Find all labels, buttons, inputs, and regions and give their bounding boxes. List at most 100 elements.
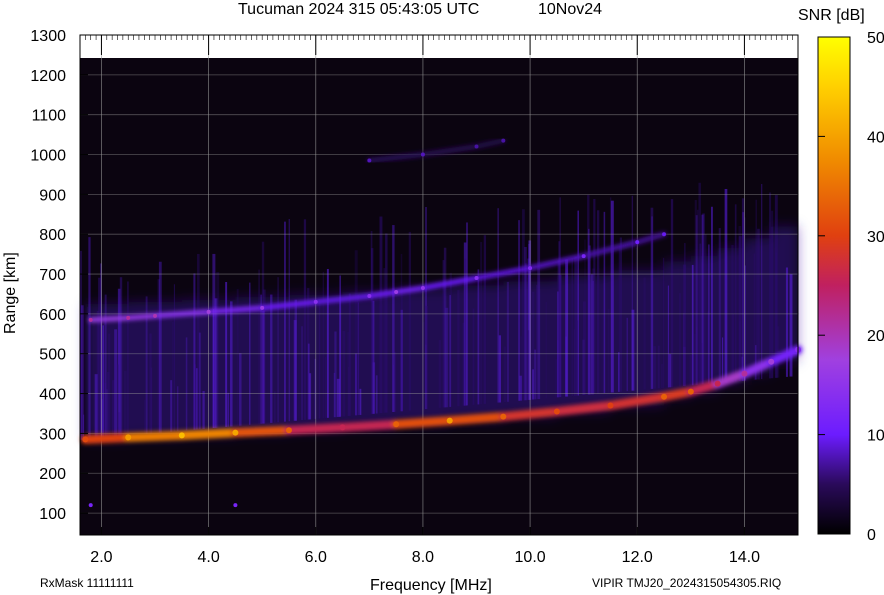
noise-streak: [144, 399, 146, 435]
y-tick-label: 1200: [30, 68, 66, 85]
noise-streak: [603, 211, 606, 394]
noise-streak: [667, 285, 670, 388]
trace-point: [474, 276, 479, 281]
noise-streak: [694, 333, 697, 386]
noise-streak: [443, 247, 447, 408]
noise-streak: [400, 253, 403, 412]
noise-streak: [333, 372, 336, 418]
noise-streak: [227, 392, 229, 427]
colorbar: 0 10 20 30 40 50: [817, 30, 884, 544]
trace-segment: [80, 432, 133, 444]
noise-streak: [385, 233, 388, 413]
colorbar-label: SNR [dB]: [798, 7, 865, 24]
noise-streak: [789, 274, 793, 377]
noise-streak: [557, 291, 559, 398]
noise-streak: [392, 225, 395, 413]
trace-point: [125, 434, 132, 441]
noise-streak: [705, 234, 707, 385]
noise-streak: [536, 284, 538, 400]
noise-streak: [472, 308, 475, 405]
noise-streak: [185, 337, 188, 431]
trace-point: [661, 393, 668, 400]
noise-streak: [532, 369, 534, 400]
noise-streak: [273, 391, 276, 423]
noise-streak: [322, 271, 324, 419]
noise-streak: [662, 257, 665, 388]
noise-streak: [359, 388, 362, 415]
noise-streak: [102, 325, 105, 438]
colorbar-tick-label: 40: [867, 129, 884, 146]
trace-point: [339, 424, 346, 431]
noise-streak: [527, 330, 530, 400]
noise-streak: [106, 372, 110, 438]
y-tick-label: 200: [39, 466, 66, 483]
noise-streak: [173, 284, 175, 432]
chart-title: Tucuman 2024 315 05:43:05 UTC: [238, 1, 479, 18]
plot-area: 2.0 4.0 6.0 8.0 10.0 12.0 14.0 100 200 300 400 500 6…: [30, 28, 803, 566]
noise-streak: [309, 373, 312, 420]
noise-streak: [601, 308, 603, 394]
x-tick-label: 2.0: [90, 549, 112, 566]
noise-streak: [619, 237, 622, 392]
noise-streak: [522, 209, 525, 401]
y-tick-label: 1100: [32, 108, 67, 125]
noise-streak: [114, 329, 118, 437]
noise-streak: [258, 269, 261, 424]
noise-streak: [643, 277, 646, 390]
trace-point: [635, 240, 640, 245]
colorbar-tick-label: 20: [867, 328, 884, 345]
file-label: VIPIR TMJ20_2024315054305.RIQ: [592, 576, 781, 590]
noise-streak: [722, 337, 724, 383]
trace-segment: [125, 313, 158, 321]
noise-streak: [408, 231, 411, 411]
trace-point: [741, 370, 748, 377]
trace-segment: [123, 430, 187, 442]
noise-streak: [383, 268, 386, 413]
trace-point: [528, 266, 533, 271]
noise-streak: [324, 357, 326, 419]
trace-point: [500, 413, 507, 420]
trace-point: [714, 380, 721, 387]
noise-streak: [761, 184, 763, 380]
noise-streak: [477, 269, 480, 405]
colorbar-tick-label: 0: [867, 527, 876, 544]
ionogram-chart: Tucuman 2024 315 05:43:05 UTC 10Nov24 SN…: [2, 1, 884, 594]
noise-streak: [592, 268, 596, 395]
noise-streak: [571, 258, 573, 397]
noise-streak: [112, 380, 115, 438]
noise-streak: [679, 293, 681, 387]
trace-point: [474, 144, 479, 149]
x-tick-label: 6.0: [305, 549, 327, 566]
noise-streak: [86, 306, 89, 440]
noise-streak: [375, 375, 378, 414]
trace-point: [607, 402, 614, 409]
trace-point: [553, 408, 560, 415]
noise-streak: [371, 248, 374, 414]
noise-streak: [626, 317, 628, 392]
trace-point: [393, 421, 400, 428]
noise-streak: [230, 301, 233, 427]
trace-segment: [230, 425, 294, 438]
noise-streak: [104, 294, 107, 438]
noise-streak: [457, 290, 460, 407]
noise-streak: [559, 197, 561, 398]
noise-streak: [497, 208, 499, 403]
noise-streak: [731, 244, 734, 382]
y-tick-label: 100: [39, 506, 66, 523]
noise-streak: [342, 330, 346, 417]
trace-point: [501, 138, 506, 143]
noise-streak: [303, 219, 307, 420]
trace-segment: [445, 412, 508, 426]
noise-streak: [576, 320, 579, 396]
noise-streak: [684, 243, 686, 386]
noise-streak: [669, 354, 672, 388]
trace-segment: [498, 406, 562, 422]
noise-streak: [438, 340, 442, 408]
noise-streak: [193, 273, 196, 430]
noise-streak: [172, 321, 174, 432]
noise-streak: [506, 281, 509, 402]
noise-streak: [294, 299, 298, 421]
noise-streak: [119, 277, 123, 437]
noise-streak: [582, 301, 586, 395]
trace-point: [232, 429, 239, 436]
